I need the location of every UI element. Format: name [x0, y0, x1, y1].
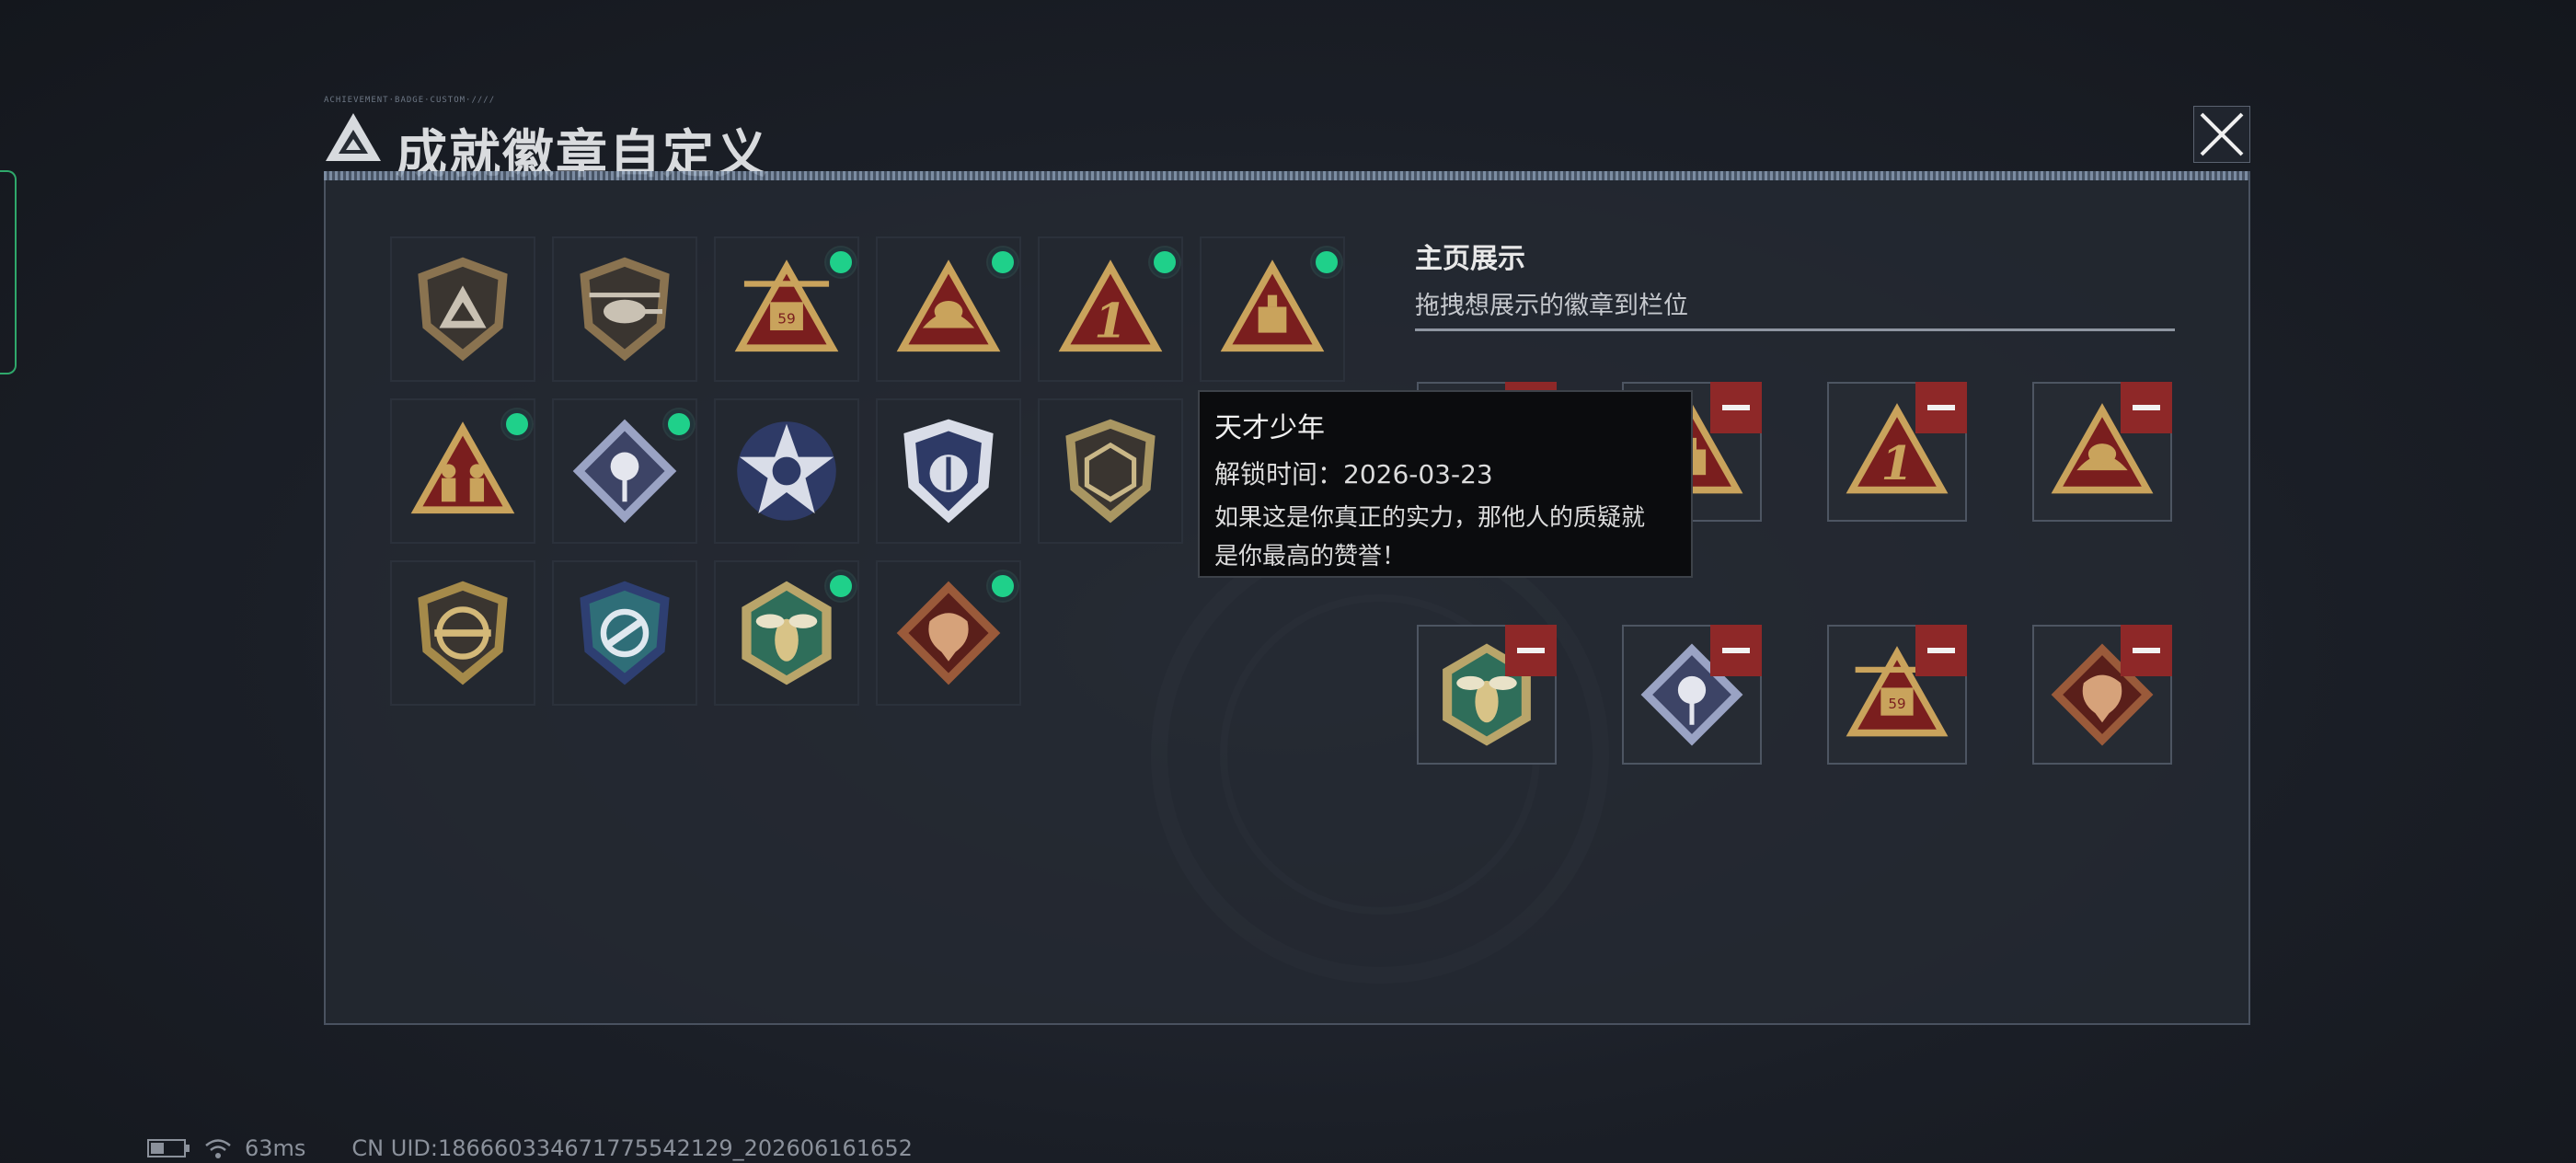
new-indicator-dot — [502, 409, 532, 439]
minus-icon — [2133, 405, 2160, 410]
badge-slot[interactable] — [876, 398, 1021, 544]
wing-shield-badge-icon — [903, 419, 994, 524]
remove-badge-button[interactable] — [1915, 382, 1967, 433]
remove-badge-button[interactable] — [2121, 625, 2172, 676]
remove-badge-button[interactable] — [1710, 625, 1762, 676]
remove-badge-button[interactable] — [1505, 625, 1557, 676]
badge-slot[interactable]: 59 — [714, 236, 859, 382]
new-indicator-dot — [826, 248, 856, 277]
minus-icon — [1927, 648, 1955, 653]
tooltip-badge-name: 天才少年 — [1214, 412, 1325, 444]
minus-icon — [1722, 405, 1750, 410]
helicopter-badge-icon — [580, 257, 670, 362]
display-divider — [1415, 328, 2175, 331]
svg-text:1: 1 — [1094, 294, 1127, 350]
d20-dice-badge-icon — [1065, 419, 1156, 524]
blue-knife-badge-icon — [580, 581, 670, 685]
badge-slot[interactable] — [876, 560, 1021, 706]
tooltip-desc-line2: 是你最高的赞誉！ — [1214, 543, 1407, 570]
new-indicator-dot — [1150, 248, 1179, 277]
close-icon — [2200, 112, 2244, 156]
badge-slot[interactable] — [1200, 236, 1345, 382]
badge-slot[interactable] — [390, 236, 535, 382]
new-indicator-dot — [664, 409, 694, 439]
new-indicator-dot — [826, 571, 856, 601]
badge-slot[interactable] — [876, 236, 1021, 382]
badge-slot[interactable] — [390, 560, 535, 706]
svg-text:59: 59 — [1888, 696, 1905, 712]
wifi-icon — [205, 1139, 231, 1158]
minus-icon — [2133, 648, 2160, 653]
remove-badge-button[interactable] — [1710, 382, 1762, 433]
badge-slot[interactable] — [1038, 398, 1183, 544]
remove-badge-button[interactable] — [1915, 625, 1967, 676]
gold-rifle-badge-icon — [418, 581, 508, 685]
remove-badge-button[interactable] — [2121, 382, 2172, 433]
badge-tooltip: 天才少年 解锁时间：2026-03-23 如果这是你真正的实力，那他人的质疑就 … — [1198, 390, 1693, 578]
display-header: 主页展示 拖拽想展示的徽章到栏位 — [1415, 236, 1688, 321]
tooltip-description: 如果这是你真正的实力，那他人的质疑就 是你最高的赞誉！ — [1214, 499, 1676, 576]
display-subtitle: 拖拽想展示的徽章到栏位 — [1415, 292, 1688, 320]
battery-icon — [147, 1139, 190, 1157]
display-slot[interactable] — [1417, 625, 1557, 765]
minus-icon — [1722, 648, 1750, 653]
minus-icon — [1517, 648, 1545, 653]
ping-text: 63ms — [245, 1135, 306, 1161]
svg-text:59: 59 — [777, 310, 796, 327]
svg-text:1: 1 — [1880, 436, 1913, 490]
delta-logo-icon — [326, 113, 381, 161]
title-divider-stripe — [324, 171, 2250, 180]
display-title: 主页展示 — [1415, 243, 1525, 275]
uid-text: CN UID:1866603346717755421​29_2026061616… — [351, 1135, 913, 1161]
badge-slot[interactable] — [714, 398, 859, 544]
status-footer: 63ms CN UID:1866603346717755421​29_20260… — [147, 1135, 913, 1161]
badge-slot[interactable] — [552, 560, 697, 706]
badge-slot[interactable] — [552, 236, 697, 382]
badge-slot[interactable] — [552, 398, 697, 544]
display-slot[interactable]: 59 — [1827, 625, 1967, 765]
new-indicator-dot — [988, 571, 1018, 601]
new-indicator-dot — [988, 248, 1018, 277]
tooltip-unlock-time: 解锁时间：2026-03-23 — [1214, 459, 1493, 489]
display-slot[interactable] — [2032, 625, 2172, 765]
star-eagle-badge-icon — [737, 421, 836, 521]
tooltip-desc-line1: 如果这是你真正的实力，那他人的质疑就 — [1214, 504, 1646, 532]
badge-slot[interactable] — [714, 560, 859, 706]
shield-logo-badge-icon — [418, 257, 508, 362]
badge-slot[interactable]: 1 — [1038, 236, 1183, 382]
minus-icon — [1927, 405, 1955, 410]
side-edge-tab[interactable] — [0, 170, 17, 374]
display-slot[interactable]: 1 — [1827, 382, 1967, 522]
badge-slot[interactable] — [390, 398, 535, 544]
display-slot[interactable] — [1622, 625, 1762, 765]
close-button[interactable] — [2193, 106, 2250, 163]
display-slot[interactable] — [2032, 382, 2172, 522]
new-indicator-dot — [1312, 248, 1341, 277]
